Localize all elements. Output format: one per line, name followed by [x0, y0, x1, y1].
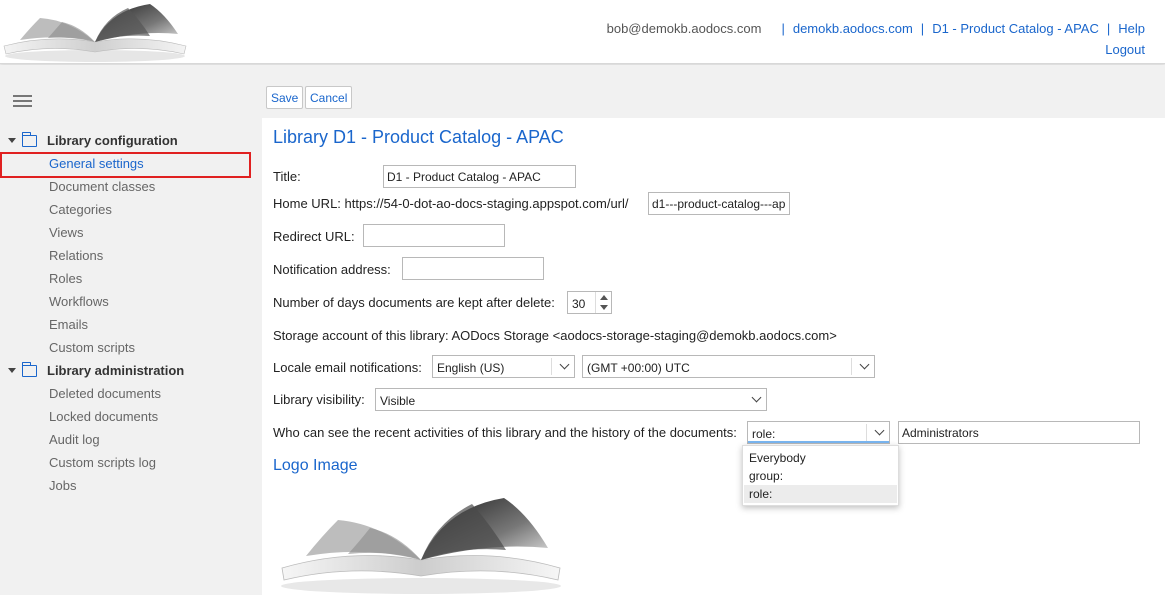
sidebar-item-emails[interactable]: Emails: [49, 317, 88, 332]
chevron-down-icon: [751, 392, 762, 403]
notification-address-label: Notification address:: [273, 262, 391, 277]
folder-icon: [21, 361, 37, 377]
activities-visibility-select[interactable]: role:: [747, 421, 890, 444]
sidebar-item-views[interactable]: Views: [49, 225, 83, 240]
locale-label: Locale email notifications:: [273, 360, 422, 375]
app-header: bob@demokb.aodocs.com | demokb.aodocs.co…: [0, 0, 1165, 64]
sidebar-item-document-classes[interactable]: Document classes: [49, 179, 155, 194]
title-label: Title:: [273, 169, 301, 184]
top-links: bob@demokb.aodocs.com | demokb.aodocs.co…: [607, 21, 1145, 57]
link-separator: |: [781, 21, 785, 36]
chevron-down-icon[interactable]: [600, 305, 608, 310]
days-kept-label: Number of days documents are kept after …: [273, 295, 555, 310]
library-link[interactable]: D1 - Product Catalog - APAC: [932, 21, 1099, 36]
library-visibility-select[interactable]: Visible: [375, 388, 767, 411]
sidebar-section-library-configuration[interactable]: Library configuration: [8, 131, 178, 148]
locale-language-select[interactable]: English (US): [432, 355, 575, 378]
sidebar-item-deleted-documents[interactable]: Deleted documents: [49, 386, 161, 401]
save-button[interactable]: Save: [266, 86, 304, 109]
storage-account-text: Storage account of this library: AODocs …: [273, 328, 837, 343]
user-email: bob@demokb.aodocs.com: [606, 21, 762, 36]
library-visibility-label: Library visibility:: [273, 392, 365, 407]
chevron-down-icon: [559, 359, 570, 370]
sidebar-item-locked-documents[interactable]: Locked documents: [49, 409, 158, 424]
home-url-input[interactable]: [648, 192, 790, 215]
redirect-url-label: Redirect URL:: [273, 229, 355, 244]
hamburger-icon[interactable]: [13, 95, 32, 107]
sidebar-item-workflows[interactable]: Workflows: [49, 294, 109, 309]
sidebar-section-library-administration[interactable]: Library administration: [8, 361, 185, 378]
help-link[interactable]: Help: [1118, 21, 1145, 36]
select-value: Visible: [380, 394, 416, 408]
caret-down-icon: [8, 138, 16, 143]
folder-icon: [21, 131, 37, 147]
days-kept-stepper[interactable]: 30: [567, 291, 612, 314]
sidebar-item-audit-log[interactable]: Audit log: [49, 432, 100, 447]
activities-dropdown-menu: Everybody group: role:: [742, 445, 899, 506]
caret-down-icon: [8, 368, 16, 373]
sidebar-item-jobs[interactable]: Jobs: [49, 478, 76, 493]
chevron-down-icon: [874, 425, 885, 436]
sidebar-item-custom-scripts[interactable]: Custom scripts: [49, 340, 135, 355]
chevron-down-icon: [859, 359, 870, 370]
days-kept-value: 30: [572, 297, 586, 311]
sidebar-item-categories[interactable]: Categories: [49, 202, 112, 217]
sidebar-item-relations[interactable]: Relations: [49, 248, 103, 263]
dropdown-option-everybody[interactable]: Everybody: [744, 449, 897, 467]
stepper-arrows[interactable]: [595, 292, 611, 313]
notification-address-input[interactable]: [402, 257, 544, 280]
title-input[interactable]: [383, 165, 576, 188]
book-logo-image[interactable]: [276, 490, 566, 595]
link-separator: |: [1106, 21, 1111, 36]
cancel-button[interactable]: Cancel: [305, 86, 353, 109]
select-value: role:: [752, 427, 776, 441]
dropdown-option-role[interactable]: role:: [744, 485, 897, 503]
sidebar-item-general-settings[interactable]: General settings: [49, 156, 144, 171]
home-url-label: Home URL: https://54-0-dot-ao-docs-stagi…: [273, 196, 629, 211]
locale-timezone-select[interactable]: (GMT +00:00) UTC: [582, 355, 875, 378]
page-title: Library D1 - Product Catalog - APAC: [273, 127, 564, 147]
toolbar: Save Cancel: [262, 65, 1165, 118]
activities-visibility-label: Who can see the recent activities of thi…: [273, 425, 737, 440]
sidebar-item-custom-scripts-log[interactable]: Custom scripts log: [49, 455, 156, 470]
book-logo-icon: [3, 4, 187, 62]
domain-link[interactable]: demokb.aodocs.com: [793, 21, 913, 36]
main-content: Save Cancel Library D1 - Product Catalog…: [262, 65, 1165, 595]
activities-value-input[interactable]: [898, 421, 1140, 444]
logo-image-title: Logo Image: [273, 457, 358, 474]
link-separator: |: [920, 21, 925, 36]
sidebar-section-label: Library administration: [47, 363, 185, 378]
select-value: (GMT +00:00) UTC: [587, 361, 690, 375]
sidebar-section-label: Library configuration: [47, 133, 178, 148]
redirect-url-input[interactable]: [363, 224, 505, 247]
sidebar-item-roles[interactable]: Roles: [49, 271, 82, 286]
chevron-up-icon[interactable]: [600, 295, 608, 300]
sidebar: Library configuration General settings D…: [0, 65, 262, 595]
dropdown-option-group[interactable]: group:: [744, 467, 897, 485]
select-value: English (US): [437, 361, 505, 375]
logout-link[interactable]: Logout: [1105, 42, 1145, 57]
